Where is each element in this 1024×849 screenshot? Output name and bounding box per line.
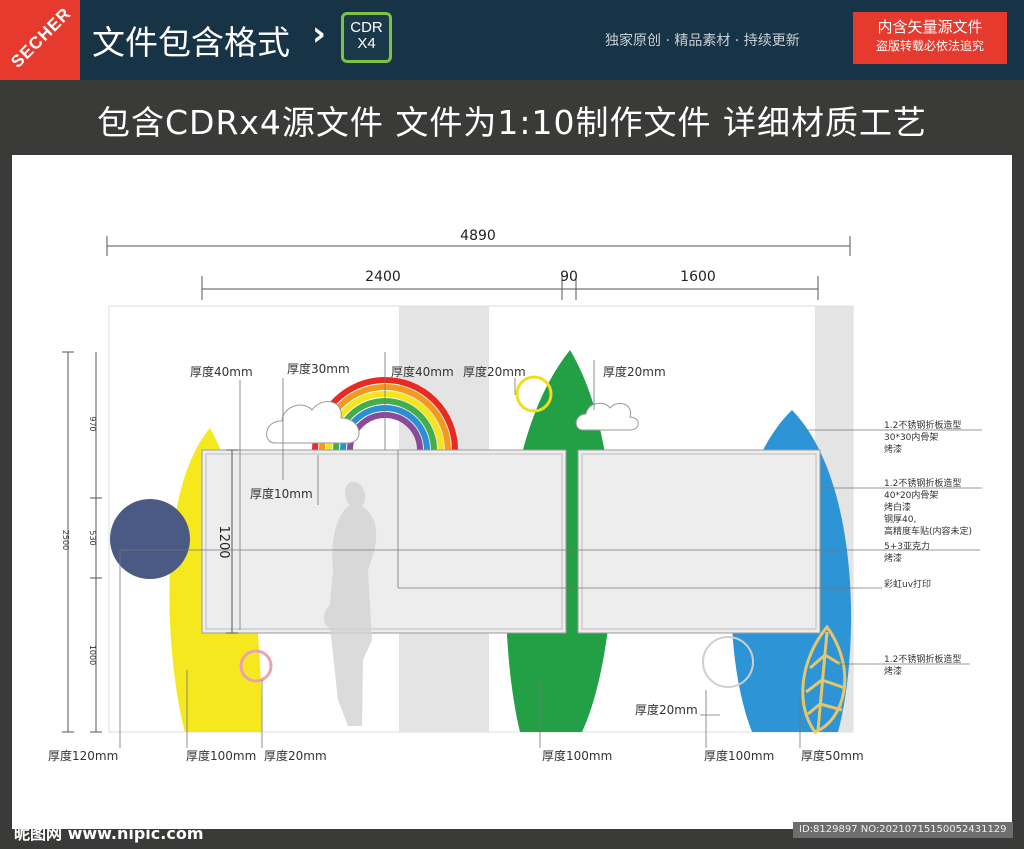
badge-line1: CDR [350, 19, 383, 36]
label-t40b: 厚度40mm [391, 364, 454, 379]
label-t20b: 厚度20mm [603, 364, 666, 379]
note4-line1: 彩虹uv打印 [884, 578, 931, 590]
elevation-drawing: 4890 2400 90 1600 2500 970 530 1000 1200… [48, 228, 982, 763]
label-t100c: 厚度100mm [704, 748, 774, 763]
label-t20d: 厚度20mm [264, 748, 327, 763]
note1-line2: 30*30内骨架 [884, 431, 938, 443]
drawing-canvas: 4890 2400 90 1600 2500 970 530 1000 1200… [12, 155, 1012, 829]
note3-line1: 5+3亚克力 [884, 540, 930, 552]
dim-board-height: 1200 [216, 525, 231, 558]
watermark: 昵图网 www.nipic.com [14, 824, 204, 843]
label-t120: 厚度120mm [48, 748, 118, 763]
dim-seg-mid: 530 [88, 530, 97, 545]
label-t50: 厚度50mm [801, 748, 864, 763]
label-t40a: 厚度40mm [190, 364, 253, 379]
note1-line3: 烤漆 [884, 443, 902, 455]
chevron-right-icon: › [312, 14, 327, 54]
header-title: 文件包含格式 [92, 23, 290, 62]
dim-seg-top: 970 [88, 416, 97, 431]
dim-gap: 90 [560, 269, 578, 285]
label-t20a: 厚度20mm [463, 364, 526, 379]
image-id: ID:8129897 NO:20210715150052431129 [793, 822, 1013, 838]
copyright-line1: 内含矢量源文件 [877, 18, 983, 36]
dim-seg-bot: 1000 [88, 645, 97, 665]
note1-line1: 1.2不锈钢折板造型 [884, 419, 961, 431]
board-right [577, 449, 821, 634]
dim-left: 2400 [365, 269, 401, 285]
note2-line1: 1.2不锈钢折板造型 [884, 477, 961, 489]
dim-total: 4890 [460, 228, 496, 244]
note2-line2: 40*20内骨架 [884, 489, 938, 501]
label-t10: 厚度10mm [250, 486, 313, 501]
navy-circle [110, 499, 190, 579]
format-badge: CDR X4 [341, 12, 392, 63]
label-t30: 厚度30mm [287, 361, 350, 376]
dim-height: 2500 [61, 530, 70, 550]
copyright-box: 内含矢量源文件 盗版转载必依法追究 [853, 12, 1007, 64]
note5-line2: 烤漆 [884, 665, 902, 677]
dim-right: 1600 [680, 269, 716, 285]
header-bar: SECHER 文件包含格式 › CDR X4 独家原创 · 精品素材 · 持续更… [0, 0, 1024, 80]
brand-logo: SECHER [0, 0, 80, 80]
note2-line3: 烤白漆 [884, 501, 911, 513]
board-left [201, 449, 567, 634]
slogan: 独家原创 · 精品素材 · 持续更新 [605, 33, 800, 49]
badge-line2: X4 [357, 35, 376, 52]
note3-line2: 烤漆 [884, 552, 902, 564]
label-t100a: 厚度100mm [186, 748, 256, 763]
note2-line5: 高精度车贴(内容未定) [884, 525, 972, 537]
brand-text: SECHER [7, 3, 76, 72]
copyright-line2: 盗版转载必依法追究 [875, 39, 984, 53]
label-t100b: 厚度100mm [542, 748, 612, 763]
note5-line1: 1.2不锈钢折板造型 [884, 653, 961, 665]
subtitle: 包含CDRx4源文件 文件为1:10制作文件 详细材质工艺 [97, 103, 927, 142]
label-t20c: 厚度20mm [635, 702, 698, 717]
note2-line4: 钢厚40, [884, 513, 916, 525]
